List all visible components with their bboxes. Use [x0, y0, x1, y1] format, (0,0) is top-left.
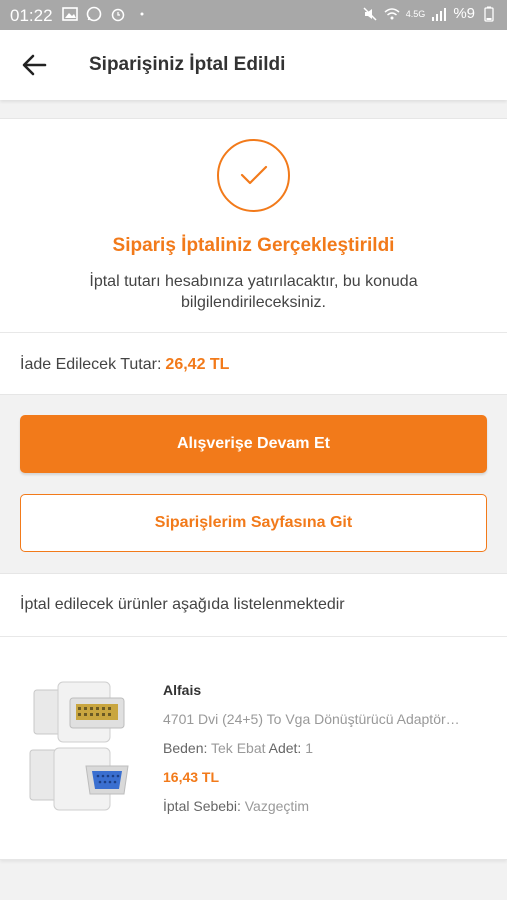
page-title: Siparişiniz İptal Edildi — [89, 54, 286, 75]
cancelled-items-card: İptal edilecek ürünler aşağıda listelenm… — [0, 573, 507, 860]
alarm-icon — [111, 8, 125, 22]
product-brand: Alfais — [163, 682, 202, 698]
continue-shopping-button[interactable]: Alışverişe Devam Et — [20, 415, 487, 473]
go-to-orders-button[interactable]: Siparişlerim Sayfasına Git — [20, 494, 487, 552]
cancellation-confirmation-card: Sipariş İptaliniz Gerçekleştirildi İptal… — [0, 118, 507, 395]
size-value: Tek Ebat — [211, 740, 266, 756]
product-price: 16,43 TL — [163, 769, 220, 785]
status-time: 01:22 — [10, 6, 53, 25]
status-indicators: 4.5G %9 — [362, 5, 497, 22]
success-description: İptal tutarı hesabınıza yatırılacaktır, … — [89, 273, 418, 311]
back-button[interactable] — [20, 52, 48, 78]
reason-value: Vazgeçtim — [244, 798, 310, 814]
dot-icon — [140, 12, 144, 16]
divider — [0, 332, 507, 333]
signal-icon — [432, 7, 447, 21]
product-info[interactable]: Alfais 4701 Dvi (24+5) To Vga Dönüştürüc… — [163, 682, 483, 814]
success-check-icon — [217, 139, 290, 212]
battery-icon — [484, 6, 494, 22]
notification-icons — [62, 6, 150, 22]
size-label: Beden: — [163, 740, 208, 756]
image-icon — [62, 7, 78, 21]
qty-value: 1 — [305, 740, 314, 756]
wifi-icon — [384, 7, 400, 19]
product-size-qty: Beden: Tek Ebat Adet: 1 — [163, 740, 483, 756]
refund-amount: 26,42 TL — [165, 356, 230, 373]
mute-icon — [363, 6, 377, 21]
product-name: 4701 Dvi (24+5) To Vga Dönüştürücü Adapt… — [163, 711, 460, 727]
qty-label: Adet: — [268, 740, 302, 756]
check-icon — [240, 165, 268, 185]
cancelled-items-header: İptal edilecek ürünler aşağıda listelenm… — [20, 596, 345, 613]
cancel-reason-row: İptal Sebebi: Vazgeçtim — [163, 798, 483, 814]
network-type: 4.5G — [405, 8, 426, 19]
status-bar: 01:22 4.5G %9 — [0, 0, 507, 30]
success-title: Sipariş İptaliniz Gerçekleştirildi — [112, 235, 395, 256]
app-bar: Siparişiniz İptal Edildi — [0, 30, 507, 100]
back-arrow-icon — [22, 54, 47, 76]
whatsapp-icon — [86, 6, 102, 22]
reason-label: İptal Sebebi: — [163, 798, 241, 814]
refund-amount-row: İade Edilecek Tutar: 26,42 TL — [20, 356, 229, 374]
product-image[interactable] — [24, 678, 134, 818]
battery-percent: %9 — [453, 5, 475, 22]
divider — [0, 636, 507, 637]
refund-label: İade Edilecek Tutar: — [20, 356, 162, 373]
